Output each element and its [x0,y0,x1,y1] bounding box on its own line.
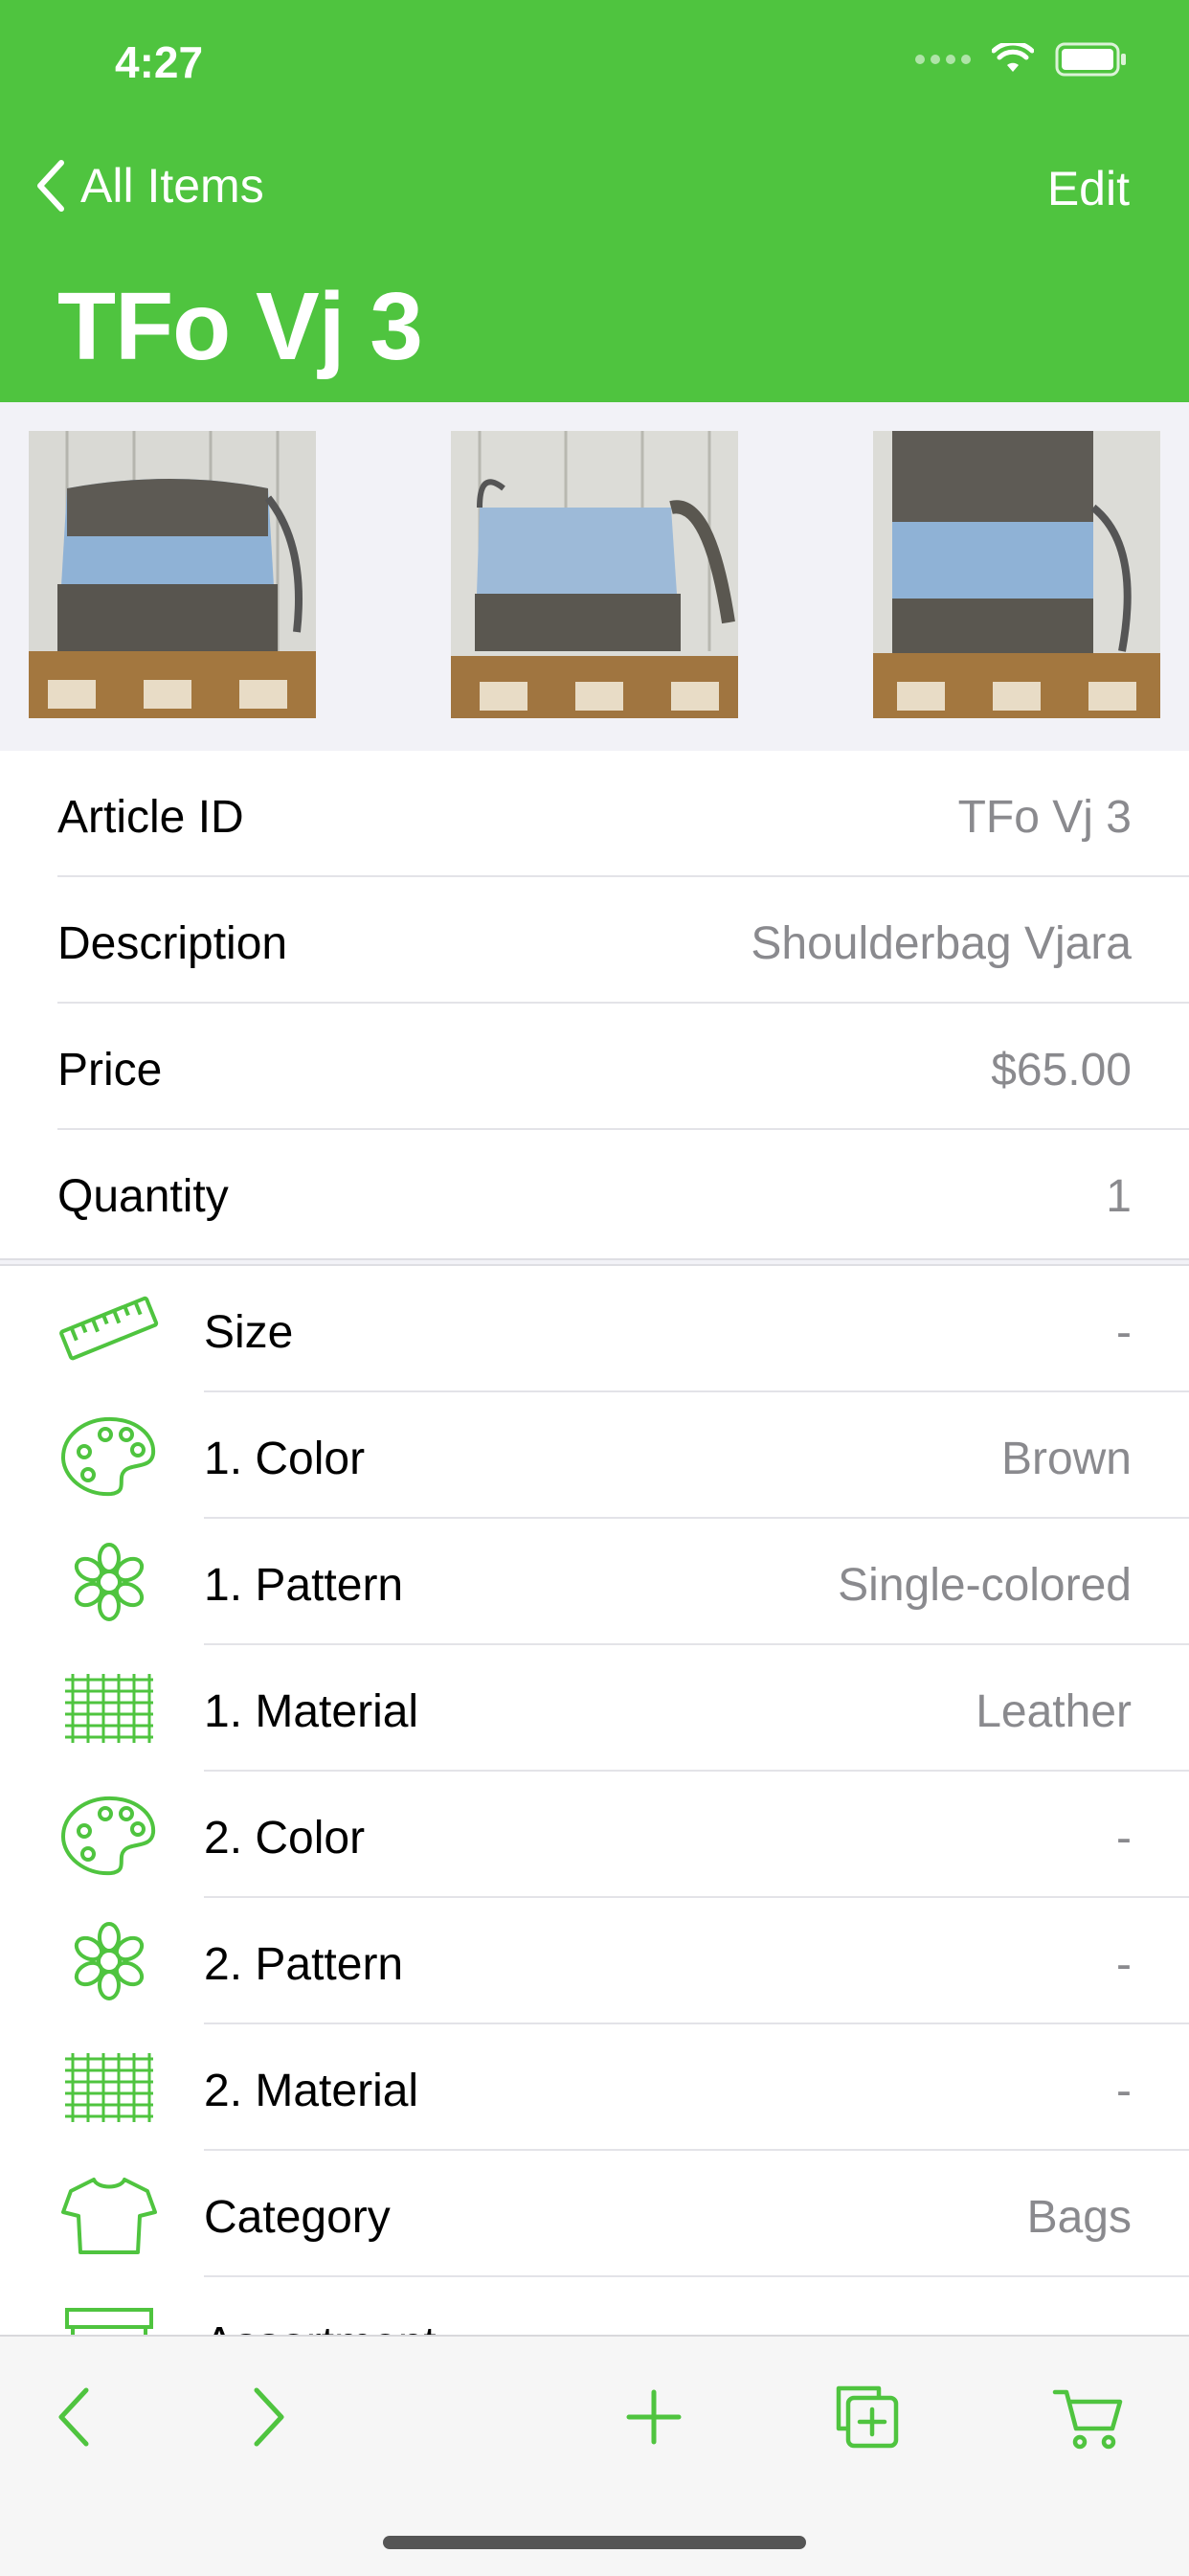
bag-photo-2[interactable] [451,431,738,718]
chevron-left-icon[interactable] [38,2379,115,2455]
status-indicators [915,42,1128,77]
attribute-row-color-1[interactable]: 1. Color Brown [0,1392,1189,1519]
row-value: Brown [1000,1434,1132,1484]
bag-photo-3[interactable] [873,431,1160,718]
row-value: - [1116,1307,1132,1358]
attribute-row-material-2[interactable]: 2. Material - [0,2024,1189,2151]
row-label: Quantity [57,1171,229,1222]
fabric-icon [65,1674,153,1743]
palette-icon [60,1796,156,1876]
status-time: 4:27 [115,37,204,87]
attribute-row-category[interactable]: Category Bags [0,2151,1189,2277]
attribute-row-color-2[interactable]: 2. Color - [0,1772,1189,1898]
page-title: TFo Vj 3 [57,273,423,380]
detail-row-description[interactable]: Description Shoulderbag Vjara [0,877,1189,1004]
row-value: - [1116,2066,1132,2116]
row-value: - [1116,1939,1132,1990]
attributes-table: Size - 1. Color Brown 1. Pattern Single-… [0,1264,1189,2339]
row-label: 1. Material [204,1686,419,1737]
cellular-signal-icon [915,55,971,64]
row-label: Size [204,1307,294,1358]
home-indicator [383,2536,806,2549]
row-label: 2. Pattern [204,1939,404,1990]
attribute-row-assortment[interactable]: Assortment [0,2277,1189,2339]
back-button[interactable]: All Items [34,157,264,215]
row-label: 1. Pattern [204,1560,404,1611]
fabric-icon [65,2053,153,2122]
ruler-icon [59,1296,159,1361]
attribute-row-material-1[interactable]: 1. Material Leather [0,1645,1189,1772]
edit-button[interactable]: Edit [1047,161,1130,216]
row-value: Shoulderbag Vjara [751,918,1132,969]
row-value: 1 [1106,1171,1132,1222]
duplicate-icon[interactable] [829,2379,906,2455]
chevron-right-icon[interactable] [230,2379,306,2455]
back-label: All Items [80,159,264,213]
row-label: Description [57,918,288,969]
row-label: Article ID [57,792,244,843]
wifi-icon [992,43,1034,72]
detail-row-quantity[interactable]: Quantity 1 [0,1130,1189,1256]
attribute-row-pattern-1[interactable]: 1. Pattern Single-colored [0,1519,1189,1645]
chevron-left-icon [37,160,64,212]
attribute-row-size[interactable]: Size - [0,1266,1189,1392]
row-value: Bags [1026,2192,1132,2243]
navigation-header: 4:27 All Items Edit TFo Vj 3 [0,0,1189,402]
row-label: 1. Color [204,1434,366,1484]
flower-icon [74,1543,145,1621]
row-label: Category [204,2192,391,2243]
row-label: 2. Color [204,1813,366,1864]
flower-icon [74,1922,145,2000]
detail-row-article-id[interactable]: Article ID TFo Vj 3 [0,751,1189,877]
row-value: - [1116,1813,1132,1864]
battery-icon [1055,42,1126,77]
plus-icon[interactable] [616,2379,692,2455]
cart-icon[interactable] [1051,2379,1128,2455]
attribute-row-pattern-2[interactable]: 2. Pattern - [0,1898,1189,2024]
row-value: $65.00 [991,1045,1132,1096]
row-value: Leather [976,1686,1132,1737]
detail-row-price[interactable]: Price $65.00 [0,1004,1189,1130]
archive-box-icon [65,2308,153,2339]
tshirt-icon [61,2178,157,2254]
row-value: TFo Vj 3 [957,792,1132,843]
row-label: Price [57,1045,163,1096]
bag-photo-1[interactable] [29,431,316,718]
row-value: Single-colored [838,1560,1132,1611]
details-table: Article ID TFo Vj 3 Description Shoulder… [0,751,1189,1260]
row-label: 2. Material [204,2066,419,2116]
palette-icon [60,1416,156,1497]
photo-strip [0,402,1189,753]
